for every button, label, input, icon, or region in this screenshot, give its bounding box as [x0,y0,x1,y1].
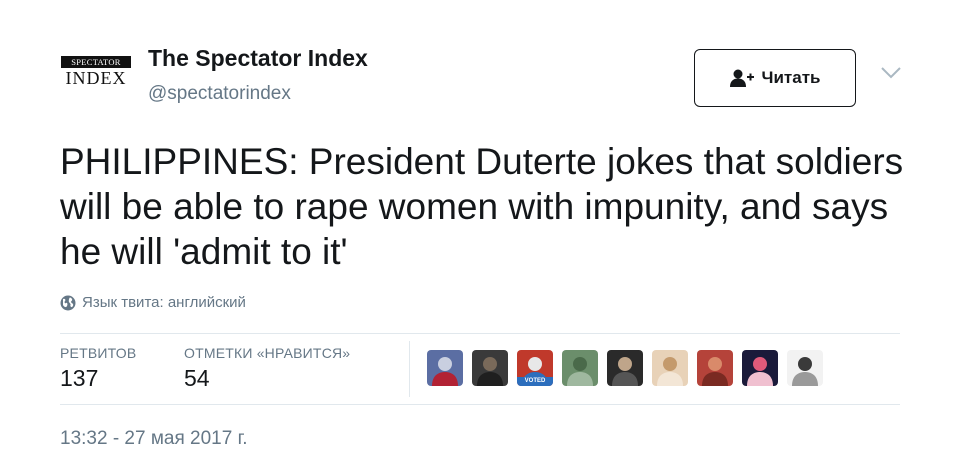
liker-avatar[interactable]: VOTED [517,350,553,386]
tweet-language: Язык твита: английский [60,294,246,311]
author-avatar[interactable]: SPECTATOR INDEX [60,48,132,96]
chevron-down-icon[interactable] [880,66,902,80]
liker-avatar[interactable] [742,350,778,386]
follow-button-label: Читать [761,68,821,87]
retweets-count: 137 [60,365,99,391]
likers-avatar-row: VOTED [427,350,823,386]
author-display-name[interactable]: The Spectator Index [148,45,368,72]
tweet-text: PHILIPPINES: President Duterte jokes tha… [60,141,904,272]
follow-person-plus-icon [729,68,754,88]
liker-avatar[interactable] [472,350,508,386]
avatar-logo-top: SPECTATOR [61,56,131,68]
stats-bottom-divider [60,404,900,405]
liker-avatar[interactable] [652,350,688,386]
stats-top-divider [60,333,900,334]
liker-avatar[interactable] [562,350,598,386]
tweet-card: SPECTATOR INDEX The Spectator Index @spe… [0,0,957,465]
liker-avatar[interactable] [697,350,733,386]
likes-stat[interactable]: ОТМЕТКИ «НРАВИТСЯ» 54 [184,345,350,392]
liker-avatar-badge: VOTED [517,377,553,386]
likes-count: 54 [184,365,210,391]
likes-label: ОТМЕТКИ «НРАВИТСЯ» [184,345,351,361]
liker-avatar[interactable] [787,350,823,386]
tweet-language-label: Язык твита: английский [82,294,246,311]
avatar-logo-bottom: INDEX [65,68,127,88]
follow-button[interactable]: Читать [694,49,856,107]
tweet-timestamp[interactable]: 13:32 - 27 мая 2017 г. [60,428,247,450]
retweets-label: РЕТВИТОВ [60,345,137,361]
liker-avatar[interactable] [607,350,643,386]
liker-avatar[interactable] [427,350,463,386]
globe-icon [60,295,76,311]
author-screen-name[interactable]: @spectatorindex [148,83,291,105]
stats-separator [409,341,410,397]
retweets-stat[interactable]: РЕТВИТОВ 137 [60,345,136,392]
